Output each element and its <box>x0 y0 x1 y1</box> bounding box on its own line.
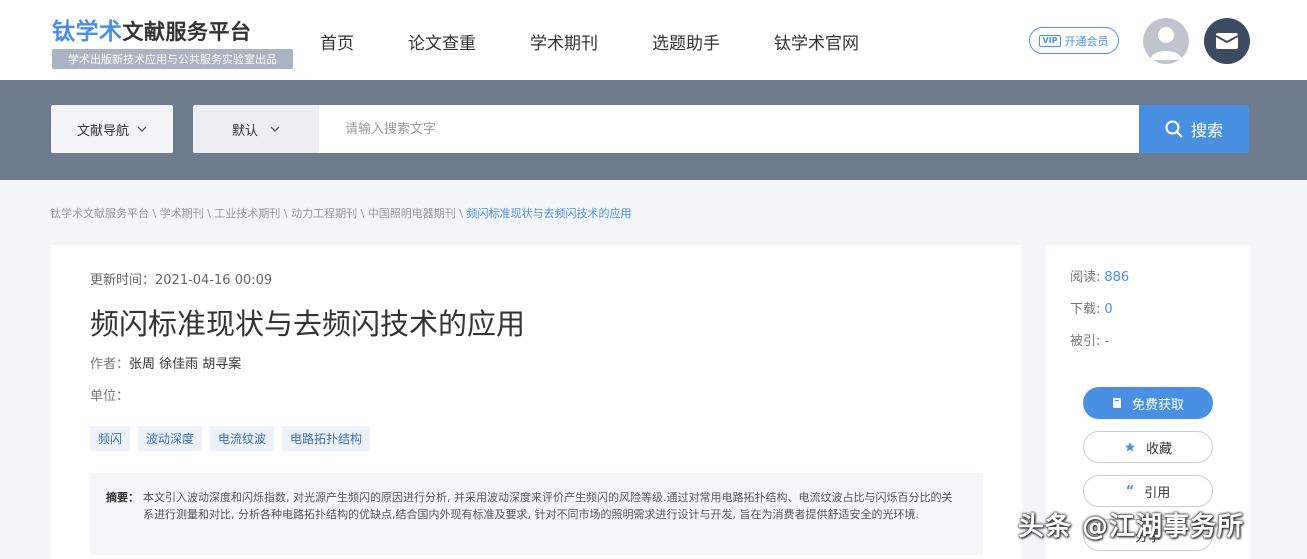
nav-journals[interactable]: 学术期刊 <box>530 29 598 54</box>
update-time-label: 更新时间： <box>90 273 156 288</box>
breadcrumb-item[interactable]: 动力工程期刊 <box>291 207 357 220</box>
book-icon <box>1112 398 1121 408</box>
cite-button[interactable]: “ 引用 <box>1083 475 1213 507</box>
stat-label: 下载: <box>1070 302 1101 317</box>
breadcrumb: 钛学术文献服务平台 \ 学术期刊 \ 工业技术期刊 \ 动力工程期刊 \ 中国照… <box>50 205 632 221</box>
breadcrumb-item[interactable]: 中国照明电器期刊 <box>368 207 456 220</box>
library-nav-dropdown[interactable]: 文献导航 <box>51 105 173 153</box>
breadcrumb-item[interactable]: 工业技术期刊 <box>214 207 280 220</box>
unit-label: 单位： <box>90 389 130 404</box>
keyword-tag[interactable]: 频闪 <box>90 426 131 451</box>
main-nav: 首页 论文查重 学术期刊 选题助手 钛学术官网 <box>320 29 913 54</box>
vip-membership-button[interactable]: VIP 开通会员 <box>1029 27 1119 54</box>
stat-value: - <box>1104 334 1110 349</box>
nav-home[interactable]: 首页 <box>320 29 354 54</box>
stat-label: 阅读: <box>1070 270 1101 285</box>
chevron-down-icon <box>270 126 280 132</box>
search-button[interactable]: 搜索 <box>1139 105 1249 153</box>
search-scope-select[interactable]: 默认 <box>193 105 319 153</box>
update-time-value: 2021-04-16 00:09 <box>155 273 273 288</box>
breadcrumb-separator: \ <box>455 207 467 220</box>
user-avatar-icon <box>1150 27 1182 60</box>
breadcrumb-current: 频闪标准现状与去频闪技术的应用 <box>466 207 632 220</box>
authors-value[interactable]: 张周 徐佳雨 胡寻案 <box>129 357 241 372</box>
nav-official-site[interactable]: 钛学术官网 <box>774 29 859 54</box>
library-nav-label: 文献导航 <box>76 123 129 139</box>
vip-label: 开通会员 <box>1064 34 1109 48</box>
quote-icon: “ <box>1125 483 1135 499</box>
message-button[interactable] <box>1204 18 1250 64</box>
cite-label: 引用 <box>1144 485 1171 501</box>
keyword-tag[interactable]: 电路拓扑结构 <box>282 426 371 451</box>
stat-reads: 阅读: 886 <box>1070 266 1129 285</box>
stat-value: 886 <box>1104 270 1130 285</box>
article-authors: 作者：张周 徐佳雨 胡寻案 <box>90 353 241 372</box>
breadcrumb-separator: \ <box>203 207 215 220</box>
site-logo[interactable]: 钛学术文献服务平台 学术出版新技术应用与公共服务实验室出品 <box>52 12 293 69</box>
user-avatar[interactable] <box>1143 18 1189 64</box>
star-icon <box>1124 442 1135 452</box>
free-access-label: 免费获取 <box>1131 397 1184 413</box>
mail-icon <box>1215 33 1239 49</box>
breadcrumb-separator: \ <box>357 207 368 220</box>
logo-title-rest: 文献服务平台 <box>122 20 252 44</box>
breadcrumb-item[interactable]: 学术期刊 <box>160 207 204 220</box>
top-header: 钛学术文献服务平台 学术出版新技术应用与公共服务实验室出品 首页 论文查重 学术… <box>0 0 1307 80</box>
vip-icon: VIP <box>1039 34 1061 47</box>
search-scope-value: 默认 <box>231 123 258 139</box>
stat-downloads: 下载: 0 <box>1070 298 1113 317</box>
breadcrumb-separator: \ <box>149 207 160 220</box>
keyword-tag[interactable]: 电流纹波 <box>210 426 275 451</box>
favorite-button[interactable]: 收藏 <box>1083 431 1213 463</box>
chevron-down-icon <box>137 126 147 132</box>
article-abstract: 摘要： 本文引入波动深度和闪烁指数, 对光源产生频闪的原因进行分析, 并采用波动… <box>90 473 983 555</box>
keyword-tag[interactable]: 波动深度 <box>138 426 203 451</box>
article-unit: 单位： <box>90 385 129 404</box>
abstract-label: 摘要： <box>106 491 139 504</box>
favorite-label: 收藏 <box>1145 441 1172 457</box>
stat-citations: 被引: - <box>1070 330 1109 349</box>
breadcrumb-item[interactable]: 钛学术文献服务平台 <box>50 207 149 220</box>
authors-label: 作者： <box>90 357 130 372</box>
search-band: 文献导航 默认 搜索 <box>0 80 1307 180</box>
nav-plagiarism-check[interactable]: 论文查重 <box>408 29 476 54</box>
logo-subtitle: 学术出版新技术应用与公共服务实验室出品 <box>52 49 293 69</box>
logo-title: 钛学术文献服务平台 <box>52 12 293 46</box>
stat-label: 被引: <box>1070 334 1101 349</box>
search-button-label: 搜索 <box>1190 121 1223 140</box>
search-bar: 默认 搜索 <box>193 105 1249 153</box>
search-icon <box>1165 120 1183 138</box>
nav-topic-assistant[interactable]: 选题助手 <box>652 29 720 54</box>
article-card: 更新时间：2021-04-16 00:09 频闪标准现状与去频闪技术的应用 作者… <box>50 245 1022 559</box>
abstract-text: 本文引入波动深度和闪烁指数, 对光源产生频闪的原因进行分析, 并采用波动深度来评… <box>143 491 953 521</box>
free-access-button[interactable]: 免费获取 <box>1083 387 1213 419</box>
stat-value: 0 <box>1104 302 1113 317</box>
watermark-overlay: 头条 @江湖事务所 <box>1018 512 1245 542</box>
article-title: 频闪标准现状与去频闪技术的应用 <box>90 307 526 341</box>
search-input[interactable] <box>319 105 1139 153</box>
update-time: 更新时间：2021-04-16 00:09 <box>90 269 272 288</box>
keyword-tags: 频闪 波动深度 电流纹波 电路拓扑结构 <box>90 426 371 451</box>
logo-brand: 钛学术 <box>52 19 123 45</box>
breadcrumb-separator: \ <box>280 207 292 220</box>
